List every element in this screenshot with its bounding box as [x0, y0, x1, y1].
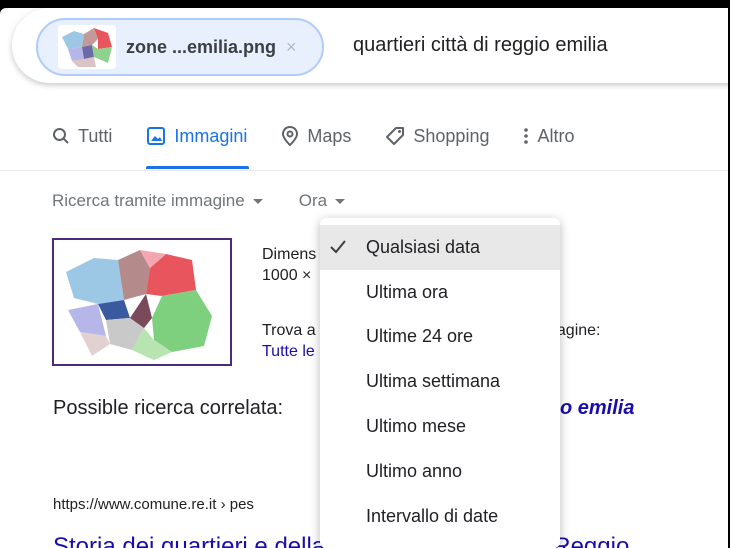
menu-item-custom-range[interactable]: Intervallo di date — [320, 494, 560, 539]
tab-tutti[interactable]: Tutti — [52, 122, 112, 150]
menu-item-label: Ultime 24 ore — [366, 326, 474, 347]
tab-maps[interactable]: Maps — [281, 122, 351, 150]
dimensions-label: Dimens — [262, 246, 317, 263]
caret-down-icon — [252, 198, 263, 204]
search-icon — [52, 127, 70, 145]
search-query-text[interactable]: quartieri città di reggio emilia — [353, 34, 608, 57]
tab-immagini[interactable]: Immagini — [146, 122, 250, 169]
menu-item-label: Ultimo mese — [366, 416, 467, 437]
chip-image-thumbnail — [58, 25, 116, 69]
search-tabs: Tutti Immagini Maps Shopping Altro — [52, 122, 608, 172]
tab-label: Shopping — [413, 125, 490, 146]
result-image-thumbnail[interactable] — [52, 238, 232, 366]
chip-label: zone ...emilia.png — [126, 36, 277, 57]
related-search-label: Possible ricerca correlata: — [53, 397, 284, 419]
image-search-dropdown[interactable]: Ricerca tramite immagine — [52, 191, 263, 211]
tab-label: Altro — [537, 125, 575, 146]
checkmark-icon — [328, 237, 348, 257]
search-tools: Ricerca tramite immagine Ora — [52, 191, 381, 211]
image-icon — [146, 126, 166, 146]
map-pin-icon — [281, 126, 299, 146]
tab-label: Immagini — [174, 125, 248, 146]
time-dropdown[interactable]: Ora — [298, 191, 346, 211]
find-other-sizes-label: Trova a — [262, 322, 316, 339]
time-filter-menu: Qualsiasi data Ultima ora Ultime 24 ore … — [320, 218, 560, 548]
more-vert-icon — [523, 127, 529, 145]
tabs-divider — [0, 170, 728, 171]
menu-item-label: Intervallo di date — [366, 505, 499, 526]
dimensions-value: 1000 × — [262, 267, 312, 284]
menu-item-any-time[interactable]: Qualsiasi data — [320, 225, 560, 270]
time-label: Ora — [298, 191, 328, 210]
menu-item-label: Qualsiasi data — [366, 236, 481, 257]
menu-item-past-week[interactable]: Ultima settimana — [320, 359, 560, 404]
image-query-chip[interactable]: zone ...emilia.png × — [36, 18, 324, 76]
menu-item-past-month[interactable]: Ultimo mese — [320, 404, 560, 449]
search-bar[interactable]: zone ...emilia.png × quartieri città di … — [12, 8, 728, 83]
search-results-page: zone ...emilia.png × quartieri città di … — [0, 8, 728, 548]
menu-item-past-24-hours[interactable]: Ultime 24 ore — [320, 315, 560, 360]
image-search-label: Ricerca tramite immagine — [52, 191, 245, 210]
caret-down-icon — [335, 198, 346, 204]
all-sizes-link[interactable]: Tutte le — [262, 343, 315, 361]
tag-icon — [385, 126, 405, 146]
menu-item-past-year[interactable]: Ultimo anno — [320, 449, 560, 494]
tab-label: Maps — [307, 125, 352, 146]
tab-altro[interactable]: Altro — [523, 122, 574, 150]
menu-item-past-hour[interactable]: Ultima ora — [320, 270, 560, 315]
menu-item-label: Ultima ora — [366, 281, 449, 302]
menu-item-label: Ultimo anno — [366, 460, 463, 481]
result-url[interactable]: https://www.comune.re.it › pes — [53, 496, 254, 513]
menu-item-label: Ultima settimana — [366, 371, 501, 392]
related-search-query[interactable]: o emilia — [560, 397, 634, 420]
chip-close-icon[interactable]: × — [286, 37, 297, 58]
tab-label: Tutti — [78, 125, 113, 146]
tab-shopping[interactable]: Shopping — [385, 122, 489, 150]
